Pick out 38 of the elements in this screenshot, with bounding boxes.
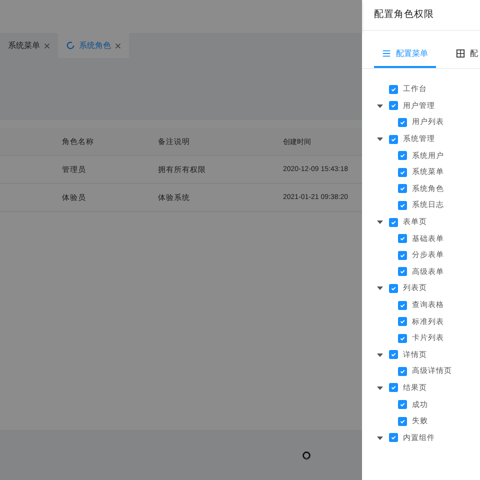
checkbox[interactable] [389, 350, 398, 360]
checkbox[interactable] [398, 334, 407, 343]
caret-icon[interactable] [377, 434, 383, 441]
checkbox[interactable] [389, 383, 398, 392]
drawer-title: 配置角色权限 [362, 0, 480, 31]
caret-icon[interactable] [377, 219, 383, 226]
grid-icon [456, 49, 465, 58]
caret-icon[interactable] [377, 352, 383, 358]
checkbox[interactable] [389, 134, 398, 144]
checkbox[interactable] [389, 101, 398, 110]
checkbox[interactable] [398, 184, 407, 194]
checkbox[interactable] [398, 250, 407, 260]
checkbox[interactable] [398, 118, 407, 127]
page-tab[interactable]: 系统菜单 [0, 33, 58, 58]
caret-icon[interactable] [377, 384, 383, 391]
checkbox[interactable] [398, 400, 407, 410]
checkbox[interactable] [398, 168, 407, 177]
list-icon [382, 49, 391, 58]
checkbox[interactable] [398, 234, 407, 244]
checkbox[interactable] [389, 433, 398, 442]
checkbox[interactable] [389, 218, 398, 227]
checkbox[interactable] [398, 300, 407, 310]
refresh-icon [66, 41, 75, 50]
caret-icon[interactable] [377, 285, 383, 292]
checkbox[interactable] [398, 317, 407, 326]
checkbox[interactable] [398, 200, 407, 210]
checkbox[interactable] [398, 366, 407, 376]
github-icon[interactable] [302, 450, 310, 460]
checkbox[interactable] [398, 267, 407, 276]
close-icon[interactable] [115, 42, 121, 48]
checkbox[interactable] [398, 416, 407, 426]
caret-icon[interactable] [377, 136, 383, 142]
checkbox[interactable] [398, 151, 407, 160]
caret-icon[interactable] [377, 102, 383, 109]
checkbox[interactable] [389, 84, 398, 94]
checkbox[interactable] [389, 284, 398, 293]
close-icon[interactable] [44, 42, 50, 48]
drawer-tab[interactable]: 配 [456, 41, 478, 68]
